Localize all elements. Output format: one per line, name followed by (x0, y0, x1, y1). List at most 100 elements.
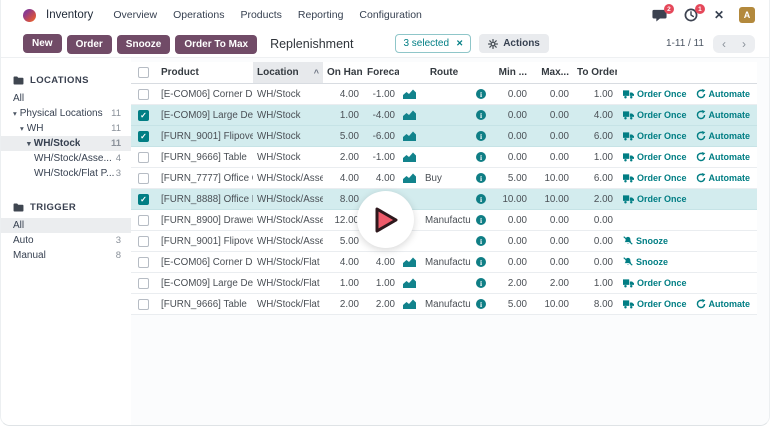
video-play-button[interactable] (357, 191, 414, 248)
info-icon[interactable]: i (476, 152, 486, 162)
record-count: 11 (111, 108, 121, 119)
row-checkbox[interactable] (138, 277, 149, 289)
menu-reporting[interactable]: Reporting (298, 9, 344, 21)
user-avatar[interactable]: A (739, 7, 755, 23)
automate-button[interactable]: Automate (696, 131, 750, 141)
info-icon[interactable]: i (476, 236, 486, 246)
table-row[interactable]: [FURN_9001] Flipover WH/Stock/Asse... 5.00… (131, 231, 757, 252)
col-min[interactable]: Min ... (491, 67, 531, 78)
snooze-button[interactable]: Snooze (116, 34, 171, 54)
select-all-checkbox[interactable] (138, 67, 149, 78)
col-product[interactable]: Product (157, 67, 253, 78)
selected-badge[interactable]: 3 selected ✕ (395, 34, 472, 53)
expand-arrow-icon[interactable]: ▾ (13, 109, 17, 118)
automate-button[interactable]: Automate (696, 173, 750, 183)
row-checkbox[interactable] (138, 172, 149, 184)
sidebar-item-physical-locations[interactable]: ▾ Physical Locations 11 (1, 106, 131, 121)
sidebar-item-wh-stock-flat-p[interactable]: WH/Stock/Flat P... 3 (1, 166, 131, 181)
automate-button[interactable]: Automate (696, 89, 750, 99)
table-row[interactable]: [FURN_7777] Office Chair WH/Stock/Asse...… (131, 168, 757, 189)
info-icon[interactable]: i (476, 194, 486, 204)
info-icon[interactable]: i (476, 299, 486, 309)
order-once-button[interactable]: Order Once (623, 152, 687, 162)
order-once-button[interactable]: Order Once (623, 131, 687, 141)
messages-icon[interactable]: 2 (652, 4, 674, 22)
forecast-chart-icon (403, 173, 416, 183)
actions-button[interactable]: Actions (479, 34, 549, 53)
table-row[interactable]: [FURN_9666] Table WH/Stock 2.00 -1.00 i 0.00 0… (131, 147, 757, 168)
info-icon[interactable]: i (476, 131, 486, 141)
table-row[interactable]: [FURN_8900] Drawer Black WH/Stock/Asse...… (131, 210, 757, 231)
table-row[interactable]: ✓ [E-COM09] Large Desk WH/Stock 1.00 -4.00 i 0… (131, 105, 757, 126)
table-row[interactable]: [E-COM06] Corner Desk ... WH/Stock/Flat P… (131, 252, 757, 273)
automate-button[interactable]: Automate (696, 299, 750, 309)
row-checkbox[interactable]: ✓ (138, 109, 149, 121)
row-checkbox[interactable] (138, 235, 149, 247)
sidebar-item-all[interactable]: All (1, 218, 131, 233)
snooze-button[interactable]: Snooze (623, 236, 668, 246)
automate-button[interactable]: Automate (696, 152, 750, 162)
row-checkbox[interactable] (138, 88, 149, 100)
order-button[interactable]: Order (66, 34, 112, 54)
info-icon[interactable]: i (476, 278, 486, 288)
order-once-button[interactable]: Order Once (623, 89, 687, 99)
sidebar-item-wh-stock[interactable]: ▾ WH/Stock 11 (1, 136, 131, 151)
col-route[interactable]: Route (417, 67, 471, 78)
table-row[interactable]: ✓ [FURN_9001] Flipover WH/Stock 5.00 -6.00 i 0… (131, 126, 757, 147)
order-once-button[interactable]: Order Once (623, 173, 687, 183)
systray-x-icon[interactable]: ✕ (714, 8, 724, 22)
max-cell: 10.00 (544, 193, 569, 205)
order-once-button[interactable]: Order Once (623, 194, 687, 204)
table-row[interactable]: [E-COM06] Corner Desk ... WH/Stock 4.00 -1.… (131, 84, 757, 105)
row-checkbox[interactable] (138, 214, 149, 226)
max-cell: 0.00 (549, 130, 569, 142)
new-button[interactable]: New (23, 34, 62, 53)
order-once-button[interactable]: Order Once (623, 110, 687, 120)
menu-operations[interactable]: Operations (173, 9, 224, 21)
row-checkbox[interactable] (138, 256, 149, 268)
sidebar-item-manual[interactable]: Manual 8 (1, 248, 131, 263)
expand-arrow-icon[interactable]: ▾ (20, 124, 24, 133)
info-icon[interactable]: i (476, 215, 486, 225)
min-cell: 5.00 (507, 172, 527, 184)
sidebar-item-wh-stock-asse[interactable]: WH/Stock/Asse... 4 (1, 151, 131, 166)
inventory-app-icon[interactable] (23, 8, 36, 22)
col-location[interactable]: Location ^ (253, 62, 323, 83)
col-to-order[interactable]: To Order (573, 67, 617, 78)
info-icon[interactable]: i (476, 110, 486, 120)
sidebar-item-wh[interactable]: ▾ WH 11 (1, 121, 131, 136)
snooze-button[interactable]: Snooze (623, 257, 668, 267)
table-row[interactable]: [E-COM09] Large Desk WH/Stock/Flat P... 1.… (131, 273, 757, 294)
row-checkbox[interactable] (138, 298, 149, 310)
row-checkbox[interactable]: ✓ (138, 193, 149, 205)
col-on-hand[interactable]: On Hand (323, 67, 363, 78)
menu-overview[interactable]: Overview (113, 9, 157, 21)
row-checkbox[interactable] (138, 151, 149, 163)
max-cell: 0.00 (549, 256, 569, 268)
forecast-chart-icon (403, 257, 416, 267)
table-row[interactable]: ✓ [FURN_8888] Office Lamp WH/Stock/Asse...… (131, 189, 757, 210)
info-icon[interactable]: i (476, 89, 486, 99)
info-icon[interactable]: i (476, 173, 486, 183)
info-icon[interactable]: i (476, 257, 486, 267)
folder-icon (13, 203, 24, 212)
expand-arrow-icon[interactable]: ▾ (27, 139, 31, 148)
order-to-max-button[interactable]: Order To Max (175, 34, 258, 54)
activities-icon[interactable]: 1 (683, 4, 705, 22)
pager-prev-button[interactable]: ‹ (720, 36, 728, 52)
clear-selection-icon[interactable]: ✕ (456, 38, 463, 49)
menu-products[interactable]: Products (240, 9, 281, 21)
row-checkbox[interactable]: ✓ (138, 130, 149, 142)
pager-next-button[interactable]: › (740, 36, 748, 52)
automate-button[interactable]: Automate (696, 110, 750, 120)
col-max[interactable]: Max... (531, 67, 573, 78)
sidebar-item-all[interactable]: All (1, 91, 131, 106)
route-cell: Manufacture (425, 298, 471, 310)
order-once-button[interactable]: Order Once (623, 278, 687, 288)
table-row[interactable]: [FURN_9666] Table WH/Stock/Flat P... 2.00 2… (131, 294, 757, 315)
app-name[interactable]: Inventory (46, 9, 93, 21)
col-forecast[interactable]: Forecast (363, 67, 399, 78)
sidebar-item-auto[interactable]: Auto 3 (1, 233, 131, 248)
menu-configuration[interactable]: Configuration (359, 9, 421, 21)
order-once-button[interactable]: Order Once (623, 299, 687, 309)
